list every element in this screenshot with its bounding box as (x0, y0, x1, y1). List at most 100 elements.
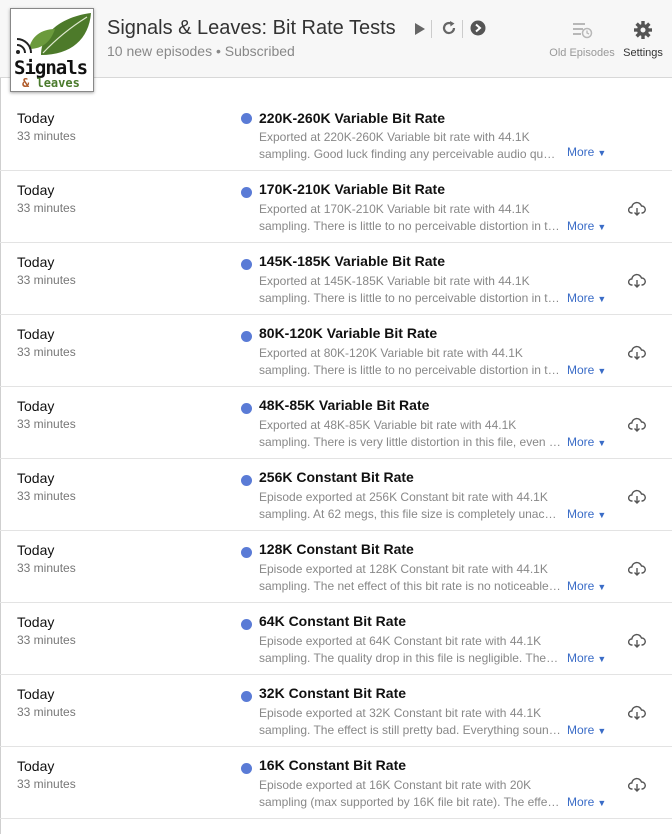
episode-duration: 33 minutes (17, 561, 76, 575)
play-icon[interactable] (414, 22, 426, 41)
gear-icon (633, 21, 653, 44)
unplayed-dot (241, 619, 252, 630)
unplayed-dot (241, 187, 252, 198)
description-line: sampling. The effect is still pretty bad… (259, 723, 561, 737)
unplayed-dot (241, 113, 252, 124)
episode-duration: 33 minutes (17, 777, 76, 791)
episode-list: Today 33 minutes 220K-260K Variable Bit … (0, 81, 672, 819)
description-line: sampling. The net effect of this bit rat… (259, 579, 561, 593)
episode-row[interactable]: Today 33 minutes 32K Constant Bit Rate E… (0, 675, 672, 747)
more-link[interactable]: More ▼ (567, 291, 606, 305)
chevron-down-icon: ▼ (597, 438, 607, 448)
more-link[interactable]: More ▼ (567, 795, 606, 809)
chevron-down-icon: ▼ (597, 510, 607, 520)
episode-description: Exported at 145K-185K Variable bit rate … (259, 273, 561, 307)
unplayed-dot (241, 547, 252, 558)
episode-title[interactable]: 16K Constant Bit Rate (259, 757, 406, 773)
episode-date: Today (17, 758, 55, 774)
episode-duration: 33 minutes (17, 489, 76, 503)
podcast-subtitle: 10 new episodes • Subscribed (107, 43, 295, 59)
description-line: sampling. At 62 megs, this file size is … (259, 507, 561, 521)
unplayed-dot (241, 475, 252, 486)
episode-title[interactable]: 220K-260K Variable Bit Rate (259, 110, 445, 126)
chevron-down-icon: ▼ (597, 582, 607, 592)
episode-date: Today (17, 326, 55, 342)
episode-title[interactable]: 32K Constant Bit Rate (259, 685, 406, 701)
more-label: More (567, 651, 595, 665)
episode-title[interactable]: 48K-85K Variable Bit Rate (259, 397, 429, 413)
description-line: Exported at 48K-85K Variable bit rate wi… (259, 418, 517, 432)
download-icon[interactable] (627, 561, 646, 582)
episode-title[interactable]: 170K-210K Variable Bit Rate (259, 181, 445, 197)
episode-description: Episode exported at 32K Constant bit rat… (259, 705, 561, 739)
episode-title[interactable]: 145K-185K Variable Bit Rate (259, 253, 445, 269)
episode-row[interactable]: Today 33 minutes 170K-210K Variable Bit … (0, 171, 672, 243)
more-label: More (567, 435, 595, 449)
settings-button[interactable]: Settings (620, 20, 666, 59)
download-icon[interactable] (627, 417, 646, 438)
episode-date: Today (17, 398, 55, 414)
description-line: sampling (max supported by 16K file bit … (259, 795, 561, 809)
episode-row[interactable]: Today 33 minutes 256K Constant Bit Rate … (0, 459, 672, 531)
episode-title[interactable]: 256K Constant Bit Rate (259, 469, 414, 485)
description-line: Exported at 80K-120K Variable bit rate w… (259, 346, 523, 360)
episode-title[interactable]: 80K-120K Variable Bit Rate (259, 325, 437, 341)
download-icon[interactable] (627, 201, 646, 222)
description-line: sampling. The quality drop in this file … (259, 651, 561, 665)
more-link[interactable]: More ▼ (567, 219, 606, 233)
artwork-ampersand: & (22, 76, 30, 90)
more-link[interactable]: More ▼ (567, 145, 606, 159)
description-line: Episode exported at 32K Constant bit rat… (259, 706, 542, 720)
more-link[interactable]: More ▼ (567, 507, 606, 521)
episode-row[interactable]: Today 33 minutes 128K Constant Bit Rate … (0, 531, 672, 603)
more-link[interactable]: More ▼ (567, 723, 606, 737)
description-line: sampling. There is little to no perceiva… (259, 291, 561, 305)
next-episode-icon[interactable] (470, 20, 486, 41)
description-line: sampling. There is very little distortio… (259, 435, 561, 449)
episode-row[interactable]: Today 33 minutes 220K-260K Variable Bit … (0, 81, 672, 171)
chevron-down-icon: ▼ (597, 798, 607, 808)
episode-row[interactable]: Today 33 minutes 80K-120K Variable Bit R… (0, 315, 672, 387)
episode-duration: 33 minutes (17, 129, 76, 143)
more-link[interactable]: More ▼ (567, 435, 606, 449)
download-icon[interactable] (627, 705, 646, 726)
description-line: Episode exported at 16K Constant bit rat… (259, 778, 532, 792)
old-episodes-button[interactable]: Old Episodes (546, 20, 618, 59)
download-icon[interactable] (627, 489, 646, 510)
episode-description: Episode exported at 128K Constant bit ra… (259, 561, 561, 595)
more-label: More (567, 723, 595, 737)
more-label: More (567, 145, 595, 159)
download-icon[interactable] (627, 345, 646, 366)
download-icon[interactable] (627, 777, 646, 798)
refresh-icon[interactable] (441, 20, 457, 41)
episode-date: Today (17, 614, 55, 630)
unplayed-dot (241, 763, 252, 774)
unplayed-dot (241, 259, 252, 270)
episode-date: Today (17, 686, 55, 702)
episode-title[interactable]: 128K Constant Bit Rate (259, 541, 414, 557)
unplayed-dot (241, 331, 252, 342)
download-icon[interactable] (627, 633, 646, 654)
episode-duration: 33 minutes (17, 633, 76, 647)
episode-description: Episode exported at 16K Constant bit rat… (259, 777, 561, 811)
description-line: Episode exported at 64K Constant bit rat… (259, 634, 542, 648)
episode-row[interactable]: Today 33 minutes 145K-185K Variable Bit … (0, 243, 672, 315)
description-line: Exported at 220K-260K Variable bit rate … (259, 130, 530, 144)
episode-description: Episode exported at 64K Constant bit rat… (259, 633, 561, 667)
podcast-header: Signals & Leaves: Bit Rate Tests 10 new … (0, 0, 672, 78)
more-link[interactable]: More ▼ (567, 579, 606, 593)
more-label: More (567, 363, 595, 377)
more-link[interactable]: More ▼ (567, 363, 606, 377)
download-icon[interactable] (627, 273, 646, 294)
chevron-down-icon: ▼ (597, 222, 607, 232)
podcast-title: Signals & Leaves: Bit Rate Tests (107, 17, 396, 39)
episode-row[interactable]: Today 33 minutes 64K Constant Bit Rate E… (0, 603, 672, 675)
description-line: Exported at 145K-185K Variable bit rate … (259, 274, 530, 288)
episode-row[interactable]: Today 33 minutes 16K Constant Bit Rate E… (0, 747, 672, 819)
more-link[interactable]: More ▼ (567, 651, 606, 665)
episode-row[interactable]: Today 33 minutes 48K-85K Variable Bit Ra… (0, 387, 672, 459)
unplayed-dot (241, 403, 252, 414)
header-divider (462, 20, 463, 38)
episode-description: Exported at 220K-260K Variable bit rate … (259, 129, 561, 163)
episode-title[interactable]: 64K Constant Bit Rate (259, 613, 406, 629)
